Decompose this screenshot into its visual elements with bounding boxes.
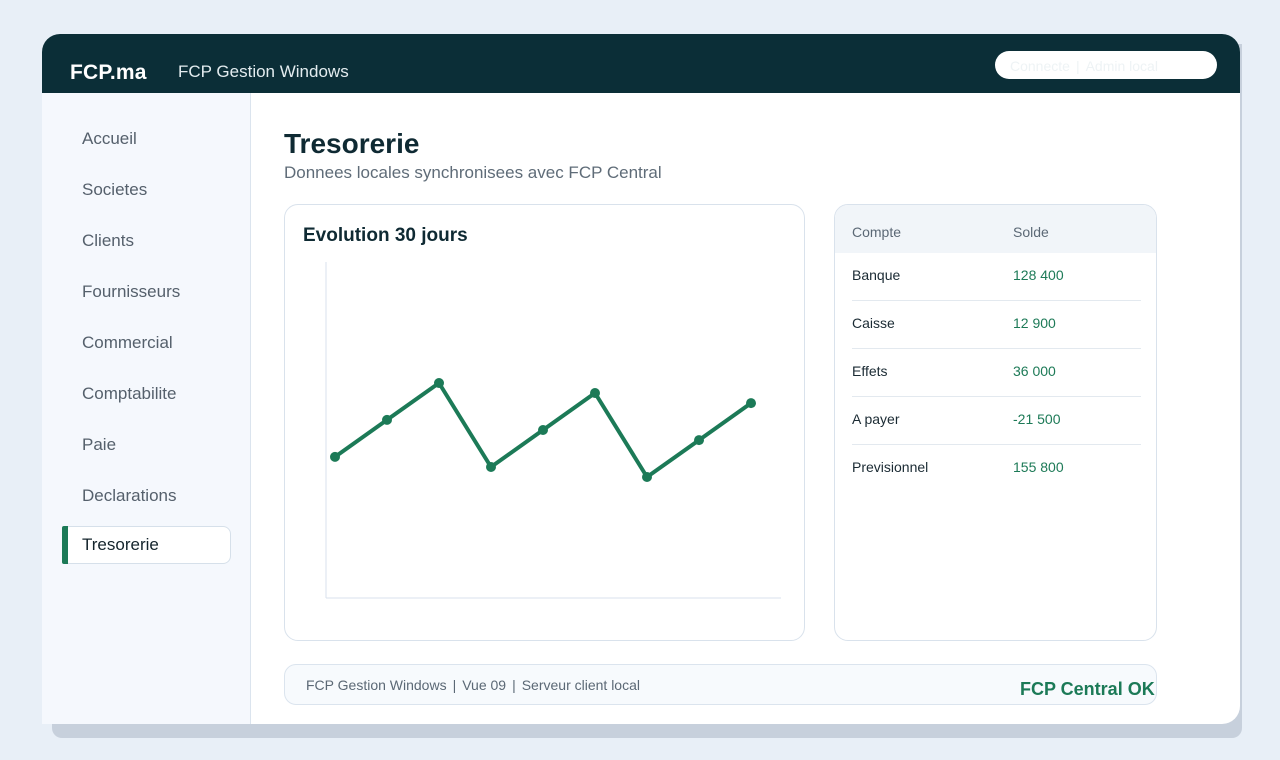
sidebar-item-label: Accueil: [82, 129, 137, 148]
chart-card: Evolution 30 jours: [284, 204, 805, 641]
sidebar-item-tresorerie[interactable]: Tresorerie: [62, 526, 231, 564]
current-user: Admin local: [1085, 58, 1158, 74]
account-balance: 12 900: [1013, 315, 1056, 331]
sidebar-item-label: Commercial: [82, 333, 173, 352]
account-name: Previsionnel: [852, 459, 929, 475]
data-points: [330, 378, 756, 482]
active-indicator: [62, 526, 68, 564]
table-row[interactable]: Effets 36 000: [852, 349, 1141, 397]
data-point: [694, 435, 704, 446]
data-point: [642, 472, 652, 482]
sidebar-item-commercial[interactable]: Commercial: [62, 324, 231, 362]
account-name: Effets: [852, 363, 888, 379]
footer-server: Serveur client local: [521, 677, 640, 693]
account-balance: -21 500: [1013, 411, 1061, 427]
footer-app-name: FCP Gestion Windows: [306, 677, 447, 693]
data-point: [382, 414, 392, 425]
sidebar-item-label: Tresorerie: [82, 535, 159, 554]
table-row[interactable]: Banque 128 400: [852, 253, 1141, 301]
sidebar-item-label: Societes: [82, 180, 148, 199]
footer-view: Vue 09: [462, 677, 507, 693]
connection-status: Connecte: [1010, 58, 1070, 74]
sidebar-item-label: Comptabilite: [82, 384, 177, 403]
account-balance: 128 400: [1013, 267, 1064, 283]
title-bar: FCP.ma FCP Gestion Windows Connecte | Admi…: [42, 34, 1240, 93]
sidebar-item-accueil[interactable]: Accueil: [62, 120, 231, 158]
account-name: A payer: [852, 411, 900, 427]
account-balance: 155 800: [1013, 459, 1064, 475]
data-point: [434, 378, 444, 388]
sidebar-item-comptabilite[interactable]: Comptabilite: [62, 375, 231, 413]
app-title: FCP Gestion Windows: [178, 62, 349, 81]
sidebar-item-societes[interactable]: Societes: [62, 171, 231, 209]
connection-status-pill: Connecte | Admin local: [995, 51, 1217, 79]
footer-separator: |: [512, 677, 516, 693]
data-point: [590, 388, 600, 398]
page-title: Tresorerie: [284, 128, 420, 159]
data-point: [746, 398, 756, 409]
sidebar: Accueil Societes Clients Fournisseurs Co…: [42, 93, 251, 724]
table-header: Compte Solde: [835, 205, 1156, 253]
central-status: FCP Central OK: [1020, 679, 1155, 699]
sidebar-item-label: Declarations: [82, 486, 177, 505]
status-bar-text: FCP Gestion Windows | Vue 09 | Serveur clien…: [306, 677, 640, 693]
sidebar-item-label: Fournisseurs: [82, 282, 181, 301]
footer-separator: |: [452, 677, 457, 693]
page-subtitle: Donnees locales synchronisees avec FCP C…: [284, 163, 662, 182]
data-point: [538, 425, 548, 435]
column-header-compte: Compte: [852, 224, 902, 240]
status-separator: |: [1075, 58, 1080, 74]
sidebar-item-label: Clients: [82, 231, 134, 250]
data-point: [486, 462, 496, 472]
account-balance: 36 000: [1013, 363, 1056, 379]
table-row[interactable]: Previsionnel 155 800: [852, 445, 1141, 493]
sidebar-item-label: Paie: [82, 435, 117, 454]
balance-table: Compte Solde Banque 128 400 Caisse 12 90…: [834, 204, 1157, 641]
table-row[interactable]: Caisse 12 900: [852, 301, 1141, 349]
sidebar-item-clients[interactable]: Clients: [62, 222, 231, 260]
data-point: [330, 451, 340, 462]
sidebar-item-paie[interactable]: Paie: [62, 426, 231, 464]
sidebar-item-fournisseurs[interactable]: Fournisseurs: [62, 273, 231, 311]
table-row[interactable]: A payer -21 500: [852, 397, 1141, 445]
column-header-solde: Solde: [1013, 224, 1049, 240]
account-name: Caisse: [852, 315, 895, 331]
account-name: Banque: [852, 267, 901, 283]
line-chart: [325, 262, 781, 599]
brand-logo: FCP.ma: [70, 61, 147, 84]
sidebar-item-declarations[interactable]: Declarations: [62, 477, 231, 515]
app-window: FCP.ma FCP Gestion Windows Connecte | Admi…: [42, 34, 1240, 724]
